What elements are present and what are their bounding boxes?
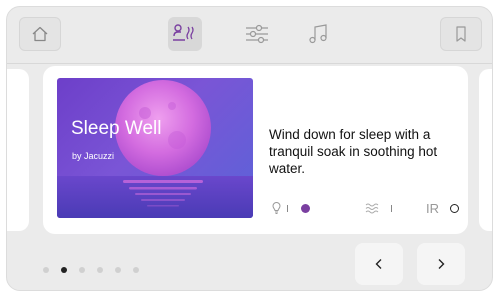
- home-icon: [32, 26, 48, 42]
- page-indicator: [43, 267, 139, 273]
- light-level-tick: [287, 204, 289, 212]
- light-feature: [271, 199, 282, 217]
- soak-mode-icon: [173, 24, 194, 41]
- sliders-icon: [246, 24, 268, 44]
- page-dot-active[interactable]: [61, 267, 67, 273]
- music-icon: [309, 24, 327, 44]
- next-button[interactable]: [417, 243, 465, 285]
- next-card-peek[interactable]: [479, 69, 492, 231]
- bookmark-icon: [456, 26, 466, 42]
- chevron-right-icon: [438, 259, 445, 269]
- top-bar: [7, 7, 492, 63]
- program-features: IR: [269, 199, 459, 217]
- previous-card-peek[interactable]: [7, 69, 29, 231]
- light-color-indicator: [301, 203, 310, 213]
- page-dot[interactable]: [97, 267, 103, 273]
- page-dot[interactable]: [115, 267, 121, 273]
- program-card[interactable]: Sleep Well by Jacuzzi Wind down for slee…: [43, 66, 468, 234]
- music-tab[interactable]: [302, 17, 336, 51]
- page-dot[interactable]: [43, 267, 49, 273]
- topbar-divider: [7, 63, 492, 64]
- program-title: Sleep Well: [71, 118, 162, 139]
- chevron-left-icon: [375, 259, 382, 269]
- program-description: Wind down for sleep with a tranquil soak…: [269, 127, 438, 176]
- lightbulb-icon: [272, 201, 281, 214]
- home-button[interactable]: [19, 17, 61, 51]
- previous-button[interactable]: [355, 243, 403, 285]
- program-byline: by Jacuzzi: [72, 151, 115, 161]
- moon-illustration: [57, 80, 253, 218]
- jets-level-tick: [391, 204, 393, 212]
- ir-label: IR: [426, 200, 439, 216]
- jets-feature: [365, 199, 379, 217]
- page-dot[interactable]: [133, 267, 139, 273]
- app-frame: Sleep Well by Jacuzzi Wind down for slee…: [6, 6, 493, 291]
- bookmark-button[interactable]: [440, 17, 482, 51]
- program-image: Sleep Well by Jacuzzi: [57, 78, 253, 218]
- settings-tab[interactable]: [240, 17, 274, 51]
- ir-state-indicator: [450, 203, 459, 213]
- page-dot[interactable]: [79, 267, 85, 273]
- waves-icon: [365, 203, 379, 214]
- soak-mode-tab[interactable]: [168, 17, 202, 51]
